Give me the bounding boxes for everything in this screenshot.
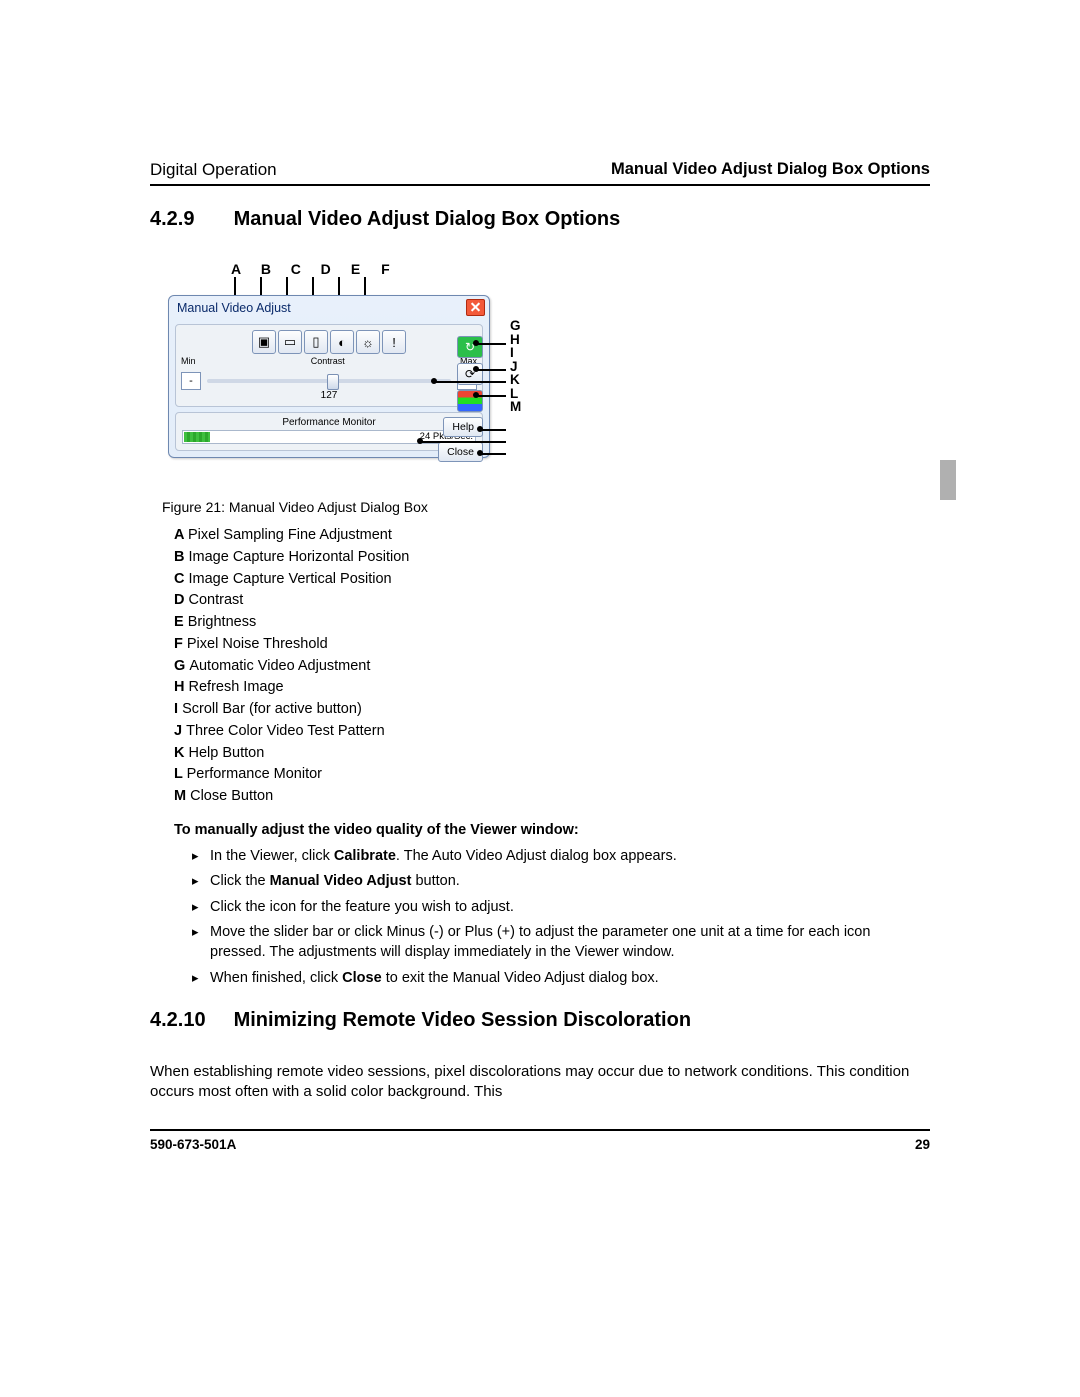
callout-D: D [313, 261, 339, 277]
leader-dot [473, 392, 479, 398]
legend-item: B Image Capture Horizontal Position [174, 547, 930, 569]
page-number: 29 [915, 1137, 930, 1152]
header-right: Manual Video Adjust Dialog Box Options [611, 160, 930, 180]
callout-labels-right: G H I J K L M [510, 319, 521, 414]
callout-labels-top: A B C D E F [223, 261, 398, 277]
slider-name-label: Contrast [311, 356, 345, 366]
section-title: Manual Video Adjust Dialog Box Options [234, 208, 621, 230]
section-4-2-9: 4.2.9 Manual Video Adjust Dialog Box Opt… [150, 208, 930, 231]
pixel-sampling-icon[interactable]: ▣ [252, 330, 276, 354]
callout-J: J [510, 360, 521, 374]
legend-item: L Performance Monitor [174, 764, 930, 786]
step-3: Click the icon for the feature you wish … [192, 895, 930, 921]
legend-item: F Pixel Noise Threshold [174, 634, 930, 656]
figure-caption: Figure 21: Manual Video Adjust Dialog Bo… [162, 499, 930, 515]
capture-horiz-icon[interactable]: ▭ [278, 330, 302, 354]
leader-line [480, 429, 506, 431]
leader-line [476, 395, 506, 397]
leader-dot [473, 340, 479, 346]
step-2: Click the Manual Video Adjust button. [192, 869, 930, 895]
step-1: In the Viewer, click Calibrate. The Auto… [192, 844, 930, 870]
section-title: Minimizing Remote Video Session Discolor… [234, 1009, 691, 1031]
leader-dot [417, 438, 423, 444]
auto-adjust-button[interactable]: ↻ [457, 336, 483, 358]
legend-item: A Pixel Sampling Fine Adjustment [174, 525, 930, 547]
performance-title: Performance Monitor [182, 417, 476, 428]
callout-K: K [510, 373, 521, 387]
contrast-slider[interactable] [207, 379, 451, 383]
contrast-icon[interactable]: ◐ [330, 330, 354, 354]
slider-min-label: Min [181, 356, 196, 366]
manual-video-adjust-dialog: Manual Video Adjust ▣ ▭ ▯ ◐ ☼ ! Min Cont… [168, 295, 490, 458]
window-close-icon[interactable] [466, 299, 485, 316]
performance-panel: Performance Monitor 24 Pkts/Sec. [175, 412, 483, 451]
callout-G: G [510, 319, 521, 333]
callout-E: E [343, 261, 369, 277]
leader-dot [431, 378, 437, 384]
leader-dot [473, 366, 479, 372]
callout-F: F [372, 261, 398, 277]
slider-thumb[interactable] [327, 374, 339, 390]
performance-bar-fill [184, 432, 210, 442]
leader-line [420, 441, 506, 443]
dialog-titlebar: Manual Video Adjust [169, 296, 489, 319]
doc-number: 590-673-501A [150, 1137, 236, 1152]
step-4: Move the slider bar or click Minus (-) o… [192, 920, 930, 965]
legend-item: D Contrast [174, 590, 930, 612]
step-5: When finished, click Close to exit the M… [192, 966, 930, 992]
header-left: Digital Operation [150, 160, 277, 180]
figure-21: A B C D E F ➤ Manual Video [168, 261, 648, 491]
legend-item: G Automatic Video Adjustment [174, 656, 930, 678]
slider-value: 127 [181, 390, 477, 401]
running-header: Digital Operation Manual Video Adjust Di… [150, 160, 930, 186]
figure-legend: A Pixel Sampling Fine AdjustmentB Image … [174, 525, 930, 808]
leader-dot [477, 450, 483, 456]
instruction-heading: To manually adjust the video quality of … [174, 822, 930, 838]
toolbar-panel: ▣ ▭ ▯ ◐ ☼ ! Min Contrast Max - [175, 324, 483, 407]
callout-M: M [510, 400, 521, 414]
section-number: 4.2.10 [150, 1009, 228, 1032]
callout-H: H [510, 333, 521, 347]
callout-I: I [510, 346, 521, 360]
dialog-title: Manual Video Adjust [177, 301, 291, 315]
noise-threshold-icon[interactable]: ! [382, 330, 406, 354]
callout-C: C [283, 261, 309, 277]
thumb-tab [940, 460, 956, 500]
leader-line [480, 453, 506, 455]
instruction-steps: In the Viewer, click Calibrate. The Auto… [192, 844, 930, 991]
minus-button[interactable]: - [181, 372, 201, 390]
callout-L: L [510, 387, 521, 401]
capture-vert-icon[interactable]: ▯ [304, 330, 328, 354]
test-pattern-button[interactable] [457, 390, 483, 412]
legend-item: H Refresh Image [174, 677, 930, 699]
legend-item: M Close Button [174, 786, 930, 808]
brightness-icon[interactable]: ☼ [356, 330, 380, 354]
leader-line [476, 369, 506, 371]
page-footer: 590-673-501A 29 [150, 1129, 930, 1152]
leader-dot [477, 426, 483, 432]
legend-item: E Brightness [174, 612, 930, 634]
legend-item: J Three Color Video Test Pattern [174, 721, 930, 743]
section-4-2-10: 4.2.10 Minimizing Remote Video Session D… [150, 1009, 930, 1032]
section-4-2-10-para: When establishing remote video sessions,… [150, 1062, 930, 1103]
legend-item: K Help Button [174, 743, 930, 765]
leader-line [434, 381, 506, 383]
callout-A: A [223, 261, 249, 277]
leader-line [476, 343, 506, 345]
callout-B: B [253, 261, 279, 277]
legend-item: C Image Capture Vertical Position [174, 569, 930, 591]
section-number: 4.2.9 [150, 208, 228, 231]
legend-item: I Scroll Bar (for active button) [174, 699, 930, 721]
